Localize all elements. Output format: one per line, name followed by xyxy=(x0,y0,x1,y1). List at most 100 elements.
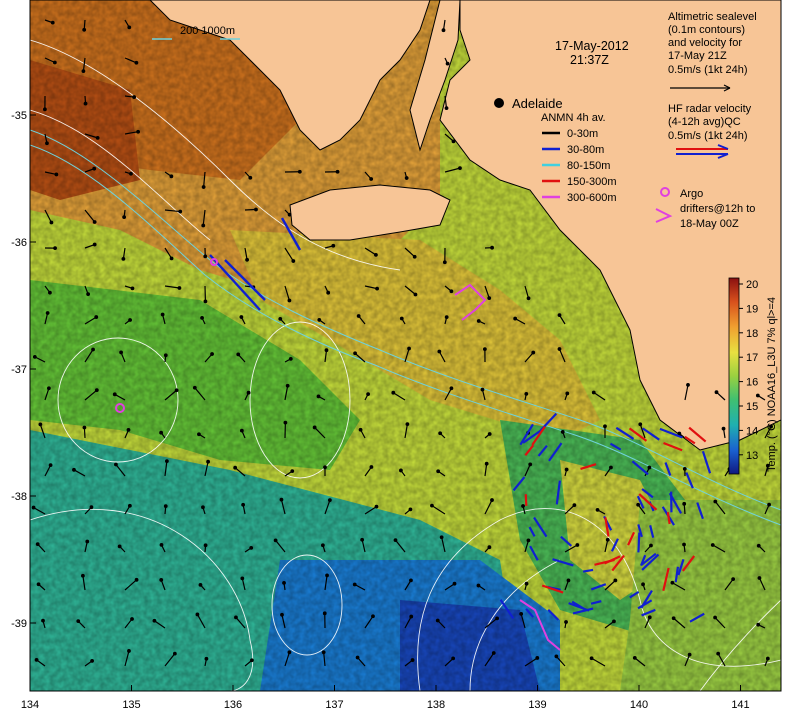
altimetry-legend-line-3: and velocity for xyxy=(668,37,742,49)
altimetry-arrow-head xyxy=(197,432,201,437)
anmn-legend-label-4: 300-600m xyxy=(567,192,617,204)
altimetry-arrow-head xyxy=(647,465,652,470)
altimetry-arrow-head xyxy=(487,432,492,436)
altimetry-arrow-head xyxy=(521,504,525,508)
altimetry-arrow-head xyxy=(495,616,500,621)
altimetry-arrow-head xyxy=(254,207,258,212)
x-tick-label: 137 xyxy=(325,699,343,711)
altimetry-arrow-head xyxy=(177,286,182,290)
altimetry-arrow-head xyxy=(246,390,251,395)
altimetry-arrow-head xyxy=(321,650,326,655)
altimetry-arrow-head xyxy=(409,578,413,583)
altimetry-arrow-head xyxy=(233,465,238,470)
altimetry-arrow-head xyxy=(327,498,332,503)
altimetry-arrow-head xyxy=(449,386,454,391)
sea-surface-temperature-map: Adelaide 17-May-2012 21:37Z 200 1000m Al… xyxy=(11,0,799,711)
altimetry-arrow-head xyxy=(404,176,409,180)
y-tick-label: -38 xyxy=(11,491,27,503)
altimetry-arrow-head xyxy=(557,347,562,351)
altimetry-arrow-head xyxy=(476,319,481,323)
altimetry-arrow-head xyxy=(374,253,378,257)
altimetry-arrow-head xyxy=(755,393,760,398)
altimetry-arrow-head xyxy=(203,299,208,304)
altimetry-arrow-head xyxy=(484,461,489,466)
altimetry-arrow-head xyxy=(92,220,97,224)
altimetry-arrow-head xyxy=(279,497,284,502)
altimetry-arrow-head xyxy=(430,503,434,508)
plot-area: Adelaide 17-May-2012 21:37Z 200 1000m Al… xyxy=(30,0,799,691)
altimetry-arrow-head xyxy=(374,504,379,509)
altimetry-arrow-head xyxy=(317,318,322,322)
isobath-legend-label: 200 1000m xyxy=(180,25,235,37)
altimetry-arrow-head xyxy=(714,390,719,395)
anmn-legend-label-0: 0-30m xyxy=(567,128,598,140)
altimetry-arrow-head xyxy=(513,316,518,321)
altimetry-arrow-head xyxy=(324,348,329,353)
altimetry-arrow-head xyxy=(713,499,718,504)
altimetry-legend-line-4: 17-May 21Z xyxy=(668,50,727,62)
altimetry-arrow-head xyxy=(323,465,327,470)
altimetry-arrow-head xyxy=(297,169,302,174)
altimetry-arrow-head xyxy=(591,390,596,395)
altimetry-arrow-head xyxy=(282,580,286,585)
altimetry-arrow-head xyxy=(439,535,444,540)
altimetry-arrow-head xyxy=(441,28,446,33)
altimetry-arrow-head xyxy=(127,25,132,30)
altimetry-arrow-head xyxy=(174,388,179,393)
y-tick-label: -36 xyxy=(11,237,27,249)
altimetry-arrow-head xyxy=(589,656,594,661)
altimetry-arrow-head xyxy=(250,658,254,663)
altimetry-arrow-head xyxy=(46,386,51,391)
altimetry-arrow-head xyxy=(239,428,244,433)
colorbar-label: Temp. (°C) NOAA16_L3U 7% ql>=4 xyxy=(766,297,778,472)
altimetry-arrow-head xyxy=(325,573,329,578)
altimetry-arrow-head xyxy=(45,141,49,146)
altimetry-arrow-head xyxy=(442,260,447,265)
altimetry-arrow-head xyxy=(560,430,565,434)
altimetry-arrow-head xyxy=(129,171,133,176)
altimetry-arrow-head xyxy=(355,655,360,660)
y-tick-label: -37 xyxy=(11,364,27,376)
altimetry-arrow-head xyxy=(291,259,296,263)
altimetry-arrow-head xyxy=(649,543,653,548)
altimetry-arrow-head xyxy=(132,95,137,99)
altimetry-arrow-head xyxy=(45,311,50,315)
adelaide-marker xyxy=(494,98,504,108)
altimetry-arrow-head xyxy=(83,101,88,106)
altimetry-arrow-head xyxy=(241,502,246,507)
altimetry-arrow-head xyxy=(94,315,99,319)
altimetry-arrow-head xyxy=(239,315,244,319)
anmn-legend-label-1: 30-80m xyxy=(567,144,604,156)
altimetry-arrow-head xyxy=(407,346,411,351)
altimetry-legend-line-1: Altimetric sealevel xyxy=(668,11,757,23)
altimetry-arrow-head xyxy=(136,129,140,134)
altimetry-arrow-head xyxy=(535,656,540,660)
altimetry-arrow-head xyxy=(48,290,52,295)
altimetry-arrow-head xyxy=(612,619,616,624)
altimetry-arrow-head xyxy=(686,383,690,387)
altimetry-arrow-head xyxy=(445,61,450,66)
altimetry-arrow-head xyxy=(487,545,492,550)
altimetry-arrow-head xyxy=(356,314,361,318)
altimetry-arrow-head xyxy=(399,316,404,321)
altimetry-arrow-head xyxy=(765,656,770,661)
altimetry-arrow-head xyxy=(670,580,675,585)
altimetry-arrow-head xyxy=(331,243,336,248)
altimetry-arrow-head xyxy=(76,619,81,624)
altimetry-arrow-head xyxy=(375,286,379,291)
credit-text: © IMOS 14-Mar-2015 09:52:21 Hobart time xyxy=(787,479,799,690)
hf-radar-arrow xyxy=(524,494,528,506)
altimetry-arrow-head xyxy=(210,352,214,356)
altimetry-arrow-head xyxy=(159,543,164,547)
altimetry-arrow-head xyxy=(178,209,183,214)
altimetry-arrow-head xyxy=(85,539,90,544)
altimetry-arrow-head xyxy=(234,615,238,620)
x-tick-label: 140 xyxy=(630,699,648,711)
altimetry-arrow-head xyxy=(480,387,485,392)
altimetry-arrow-head xyxy=(682,466,687,471)
altimetry-arrow-head xyxy=(287,212,292,217)
altimetry-arrow-head xyxy=(531,350,536,355)
altimetry-arrow-head xyxy=(236,352,241,357)
altimetry-arrow-head xyxy=(410,658,415,662)
map-date: 17-May-2012 xyxy=(555,39,629,53)
